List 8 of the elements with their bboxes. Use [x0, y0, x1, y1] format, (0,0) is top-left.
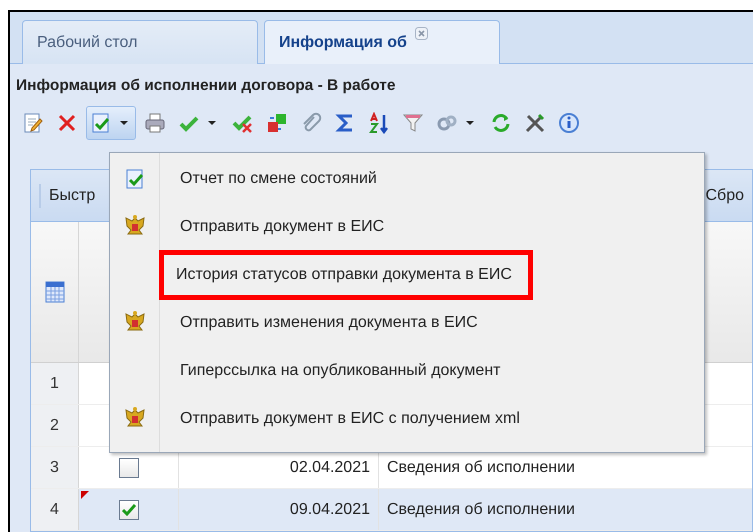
table-cell-text: Сведения об исполнении [386, 500, 575, 520]
table-cell-text: Сведения об исполнении [386, 458, 575, 478]
row-number: 2 [31, 405, 79, 446]
panel-title: Информация об исполнении договора - В работе [15, 76, 397, 96]
row-number: 3 [31, 447, 79, 488]
table-cell: 09.04.2021 [179, 489, 379, 530]
row-number: 4 [31, 489, 79, 530]
row-number: 1 [31, 363, 79, 404]
